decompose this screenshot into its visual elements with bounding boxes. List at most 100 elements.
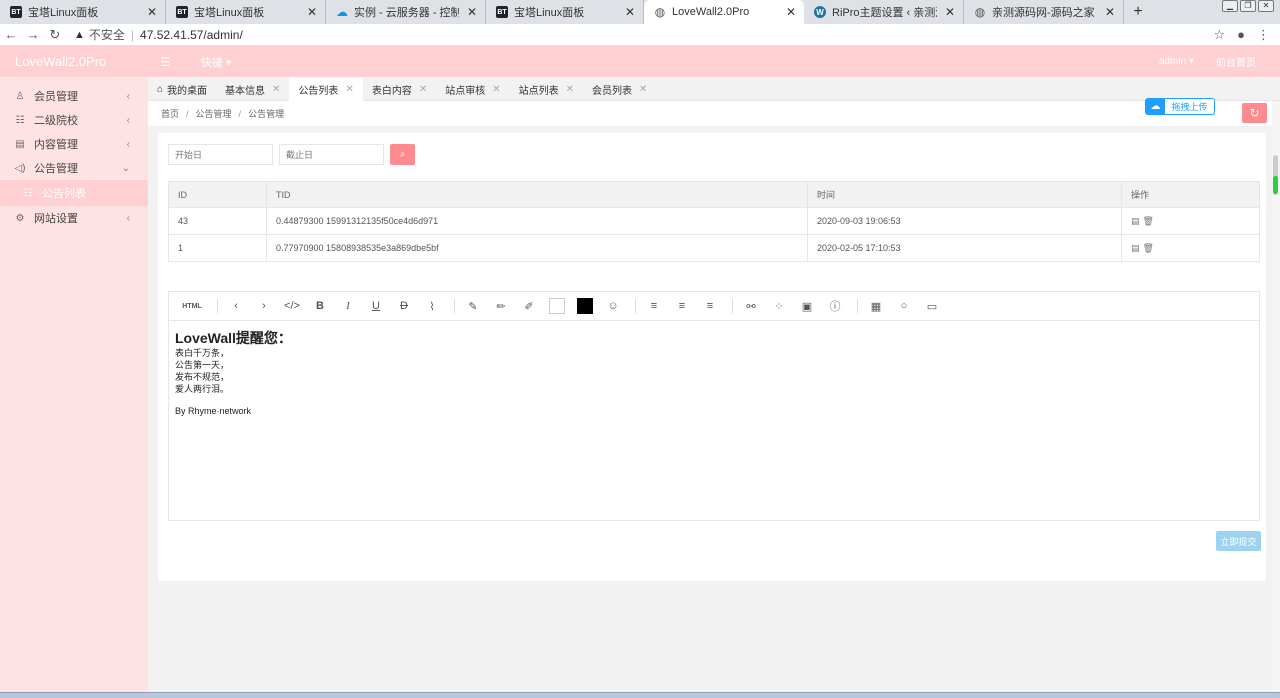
close-icon[interactable]: ✕	[272, 84, 280, 95]
browser-tab-4[interactable]: BT 宝塔Linux面板 ✕	[486, 0, 644, 24]
refresh-button[interactable]: ↻	[1242, 103, 1267, 123]
pen-icon[interactable]: ✐	[517, 294, 541, 318]
tab-announcement-list[interactable]: 公告列表 ✕	[289, 77, 363, 101]
browser-tab-label: RiPro主题设置 ‹ 亲测源码网 — W	[832, 7, 937, 19]
strikethrough-icon[interactable]: D	[392, 294, 416, 318]
reload-icon[interactable]: ↻	[44, 27, 66, 43]
close-icon[interactable]: ✕	[345, 84, 353, 95]
menu-toggle-icon[interactable]: ☰	[160, 55, 171, 69]
minimize-icon[interactable]: ▁	[1222, 0, 1238, 12]
tab-basic-info[interactable]: 基本信息 ✕	[216, 77, 289, 101]
delete-icon[interactable]: 🗑	[1143, 216, 1154, 226]
tab-member-list[interactable]: 会员列表 ✕	[583, 77, 656, 101]
bt-icon: BT	[10, 6, 22, 18]
image-icon[interactable]: ▣	[795, 294, 819, 318]
browser-tab-2[interactable]: BT 宝塔Linux面板 ✕	[166, 0, 326, 24]
close-icon[interactable]: ✕	[1103, 5, 1117, 19]
maximize-icon[interactable]: ❐	[1240, 0, 1256, 12]
undo-icon[interactable]: ‹	[224, 294, 248, 318]
code-icon[interactable]: </>	[280, 294, 304, 318]
horizontal-rule-icon[interactable]: ⌇	[420, 294, 444, 318]
more-icon[interactable]: ⋮	[1257, 27, 1270, 43]
star-icon[interactable]: ☆	[1213, 27, 1225, 43]
divider: |	[130, 27, 135, 42]
sidebar-item-label: 二级院校	[34, 115, 78, 127]
redo-icon[interactable]: ›	[252, 294, 276, 318]
font-color-icon[interactable]	[573, 294, 597, 318]
breadcrumb-item[interactable]: 公告管理	[196, 107, 232, 120]
browser-tab-5[interactable]: ◍ LoveWall2.0Pro ✕	[644, 0, 804, 24]
face-icon[interactable]: ○	[892, 294, 916, 318]
html-mode-button[interactable]: HTML	[177, 294, 207, 318]
new-tab-button[interactable]: +	[1124, 0, 1152, 24]
link-icon[interactable]: ⚯	[739, 294, 763, 318]
browser-tab-6[interactable]: W RiPro主题设置 ‹ 亲测源码网 — W ✕	[804, 0, 964, 24]
url-field[interactable]: ▲ 不安全 | 47.52.41.57/admin/	[74, 26, 243, 43]
user-menu[interactable]: admin ▾	[1159, 56, 1194, 67]
sidebar-item-colleges[interactable]: ☷ 二级院校 ‹	[0, 108, 148, 132]
close-icon[interactable]: ✕	[305, 5, 319, 19]
unlink-icon[interactable]: ⁘	[767, 294, 791, 318]
close-icon[interactable]: ✕	[784, 5, 798, 19]
editor-toolbar: HTML ‹ › </> B I U D ⌇ ✎ ✏ ✐ ☺ ≡ ≡ ≡ ⚯ ⁘…	[169, 292, 1259, 321]
close-icon[interactable]: ✕	[623, 5, 637, 19]
tab-desktop[interactable]: ⌂ 我的桌面	[148, 77, 216, 101]
doc-icon: ▤	[15, 138, 25, 150]
table-icon[interactable]: ▦	[864, 294, 888, 318]
quick-menu[interactable]: 快捷 ▾	[201, 54, 232, 70]
start-date-input[interactable]	[168, 144, 273, 165]
drag-upload-button[interactable]: ☁ 拖拽上传	[1145, 98, 1215, 115]
page-tabs: ⌂ 我的桌面 基本信息 ✕ 公告列表 ✕ 表白内容 ✕ 站点审核 ✕ 站点列表 …	[148, 77, 1280, 101]
emoji-icon[interactable]: ☺	[601, 294, 625, 318]
edit-icon[interactable]: ▤	[1131, 216, 1140, 226]
underline-icon[interactable]: U	[364, 294, 388, 318]
browser-tab-7[interactable]: ◍ 亲测源码网-源码之家 ✕	[964, 0, 1124, 24]
delete-icon[interactable]: 🗑	[1143, 243, 1154, 253]
tab-confession-content[interactable]: 表白内容 ✕	[363, 77, 436, 101]
clear-format-icon[interactable]: ✎	[461, 294, 485, 318]
frontend-link[interactable]: 前台首页	[1216, 54, 1256, 69]
sidebar-item-announcements[interactable]: ◁) 公告管理 ⌄	[0, 156, 148, 180]
sidebar-item-label: 会员管理	[34, 91, 78, 103]
cell-tid: 0.77970900 15808938535e3a869dbe5bf	[266, 234, 808, 262]
tab-label: 基本信息	[225, 85, 266, 97]
forward-icon[interactable]: →	[22, 27, 44, 42]
sidebar-item-announcement-list[interactable]: ☷ 公告列表	[0, 180, 148, 206]
close-icon[interactable]: ✕	[639, 84, 647, 95]
close-icon[interactable]: ✕	[943, 5, 957, 19]
italic-icon[interactable]: I	[336, 294, 360, 318]
fullscreen-icon[interactable]: ▭	[920, 294, 944, 318]
align-center-icon[interactable]: ≡	[670, 294, 694, 318]
search-button[interactable]: ⌕	[390, 144, 415, 165]
account-icon[interactable]: ●	[1237, 27, 1245, 43]
edit-icon[interactable]: ▤	[1131, 243, 1140, 253]
bold-icon[interactable]: B	[308, 294, 332, 318]
editor-body[interactable]: LoveWall提醒您： 表白千万条， 公告第一天， 发布不规范， 爱人两行泪。…	[169, 321, 1259, 425]
sidebar-item-members[interactable]: ♙ 会员管理 ‹	[0, 84, 148, 108]
align-right-icon[interactable]: ≡	[698, 294, 722, 318]
close-window-icon[interactable]: ✕	[1258, 0, 1274, 12]
submit-button[interactable]: 立即提交	[1216, 531, 1261, 551]
tab-site-review[interactable]: 站点审核 ✕	[436, 77, 509, 101]
scrollbar[interactable]	[1272, 101, 1280, 698]
browser-tab-1[interactable]: BT 宝塔Linux面板 ✕	[0, 0, 166, 24]
close-icon[interactable]: ✕	[566, 84, 574, 95]
browser-tab-3[interactable]: ☁ 实例 - 云服务器 - 控制台 ✕	[326, 0, 486, 24]
back-icon[interactable]: ←	[0, 27, 22, 42]
breadcrumb-item[interactable]: 首页	[161, 107, 179, 120]
main-content: ⌕ ID TID 时间 操作 43 0.44879300 15991312135…	[148, 127, 1272, 698]
highlight-icon[interactable]: ✏	[489, 294, 513, 318]
close-icon[interactable]: ✕	[145, 5, 159, 19]
end-date-input[interactable]	[279, 144, 384, 165]
tab-label: 我的桌面	[167, 85, 208, 97]
close-icon[interactable]: ✕	[419, 84, 427, 95]
info-icon[interactable]: ⓘ	[823, 294, 847, 318]
background-color-icon[interactable]	[545, 294, 569, 318]
tab-site-list[interactable]: 站点列表 ✕	[510, 77, 583, 101]
editor-heading: LoveWall提醒您：	[175, 330, 292, 346]
sidebar-item-content[interactable]: ▤ 内容管理 ‹	[0, 132, 148, 156]
align-left-icon[interactable]: ≡	[642, 294, 666, 318]
close-icon[interactable]: ✕	[492, 84, 500, 95]
close-icon[interactable]: ✕	[465, 5, 479, 19]
sidebar-item-site-settings[interactable]: ⚙ 网站设置 ‹	[0, 206, 148, 230]
